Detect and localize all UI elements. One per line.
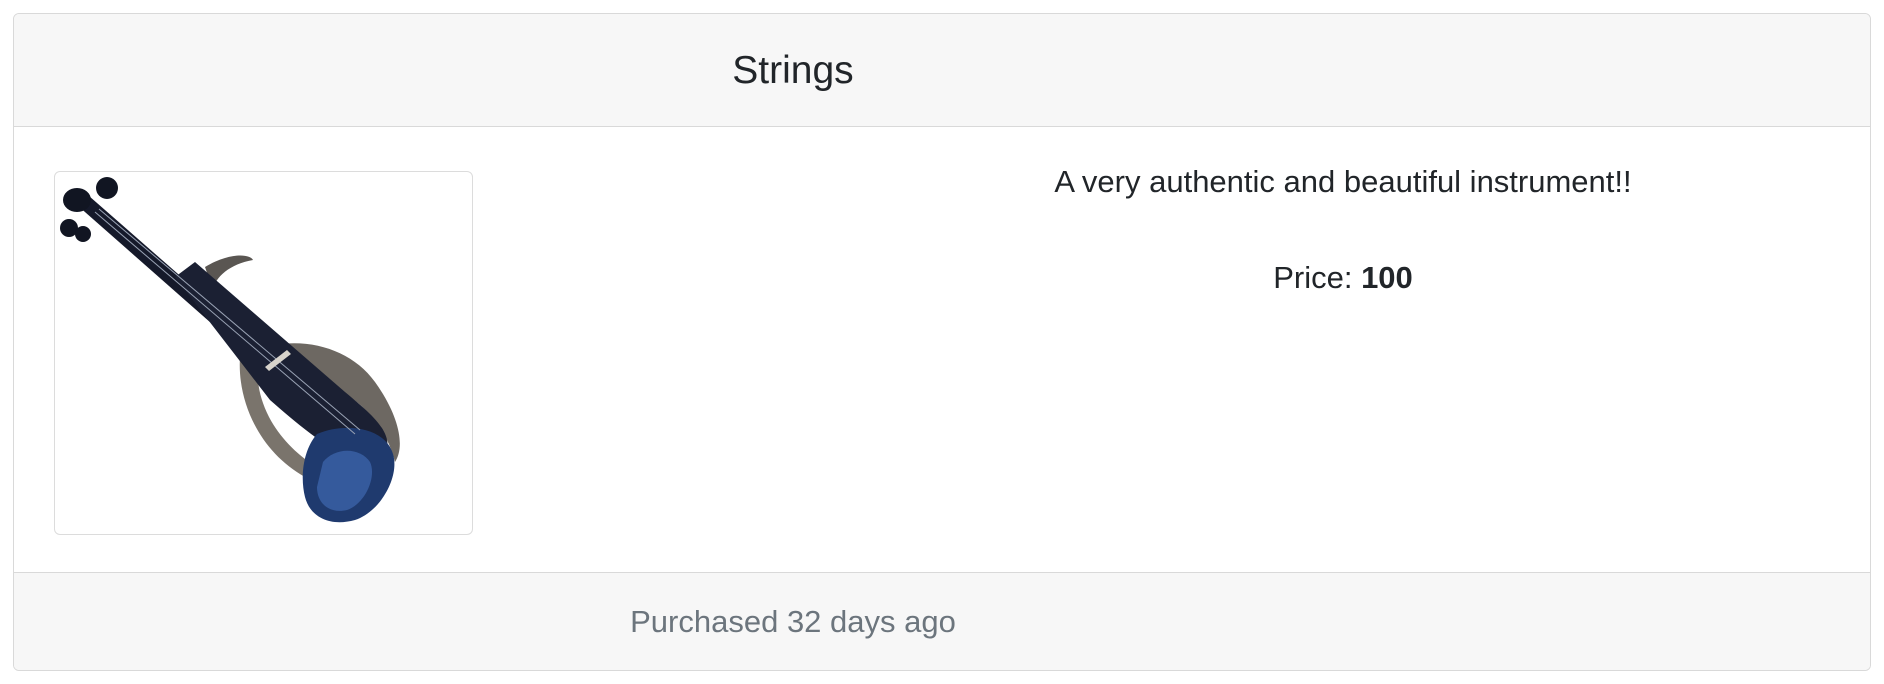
product-price: Price: 100 xyxy=(829,260,1857,296)
product-title: Strings xyxy=(732,49,854,92)
violin-peg xyxy=(96,177,118,199)
card-header: Strings xyxy=(14,14,1870,127)
violin-peg xyxy=(75,226,91,242)
card-body: A very authentic and beautiful instrumen… xyxy=(14,127,1870,574)
violin-string xyxy=(98,208,361,431)
product-card: Strings A very authentic and beautiful i… xyxy=(13,13,1871,671)
product-description: A very authentic and beautiful instrumen… xyxy=(1054,164,1632,199)
electric-violin-illustration xyxy=(60,177,400,523)
card-footer: Purchased 32 days ago xyxy=(14,572,1870,670)
price-label: Price: xyxy=(1273,260,1353,295)
product-image xyxy=(54,171,473,535)
price-value: 100 xyxy=(1361,260,1413,295)
violin-string xyxy=(94,211,356,435)
violin-scroll xyxy=(63,188,91,212)
purchase-info: Purchased 32 days ago xyxy=(630,604,956,639)
